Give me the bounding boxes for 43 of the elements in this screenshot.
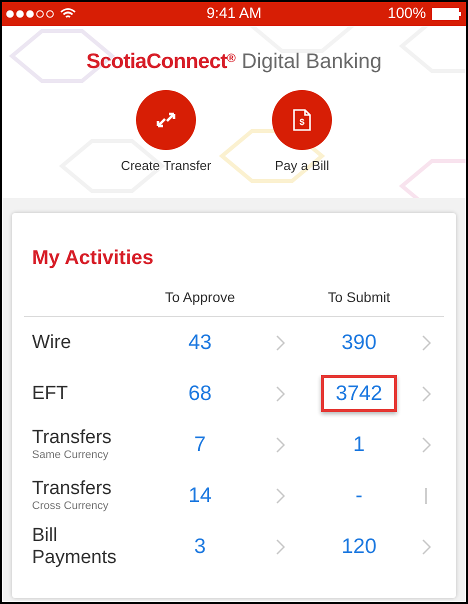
- status-time: 9:41 AM: [206, 4, 262, 24]
- activity-row[interactable]: Bill Payments 3 120: [24, 521, 444, 572]
- activity-row[interactable]: EFT 68 3742: [24, 368, 444, 419]
- quick-action-button[interactable]: Create Transfer: [118, 90, 214, 175]
- count-link[interactable]: 1: [338, 426, 380, 464]
- chevron-right-icon: [422, 436, 430, 452]
- app-title: ScotiaConnect$^{®}$ Digital Banking: [86, 49, 382, 75]
- chevron-right-icon: [422, 538, 430, 554]
- count-link[interactable]: 43: [173, 324, 227, 362]
- swap-arrows-icon: [156, 112, 176, 128]
- row-sublabel: Cross Currency: [32, 500, 110, 513]
- quick-action-button[interactable]: $ Pay a Bill: [254, 90, 350, 175]
- row-label: Transfers: [32, 427, 113, 450]
- row-label: Bill Payments: [32, 524, 118, 568]
- column-header: To Submit: [328, 288, 390, 307]
- chevron-right-icon: [276, 488, 284, 504]
- count-link[interactable]: 390: [326, 324, 392, 362]
- row-label: Wire: [32, 332, 72, 354]
- wifi-icon: [60, 8, 76, 20]
- count-link[interactable]: 14: [173, 476, 227, 514]
- count-link[interactable]: -: [340, 476, 378, 514]
- row-sublabel: Same Currency: [32, 449, 110, 462]
- row-label: EFT: [32, 382, 69, 404]
- section-title: My Activities: [31, 246, 155, 271]
- row-label: Transfers: [32, 478, 113, 500]
- chevron-right-icon: [422, 334, 430, 350]
- column-header: To Approve: [164, 288, 236, 307]
- chevron-right-icon: [276, 334, 284, 350]
- signal-icon: [6, 10, 56, 18]
- count-link[interactable]: 68: [173, 374, 227, 412]
- count-link[interactable]: 3742: [320, 374, 398, 412]
- chevron-right-icon: [422, 386, 430, 402]
- chevron-right-icon: [276, 386, 284, 402]
- battery-percent: 100%: [388, 4, 426, 24]
- activity-row[interactable]: Transfers Cross Currency 14 -: [24, 470, 444, 521]
- count-link[interactable]: 3: [179, 528, 221, 566]
- chevron-right-icon: [276, 538, 284, 554]
- activity-row[interactable]: Transfers Same Currency 7 1: [24, 419, 444, 470]
- chevron-right-icon: [276, 436, 284, 452]
- count-link[interactable]: 7: [179, 426, 221, 464]
- activity-row[interactable]: Wire 43 390: [24, 317, 444, 368]
- count-link[interactable]: 120: [326, 528, 392, 566]
- battery-icon: [432, 8, 462, 20]
